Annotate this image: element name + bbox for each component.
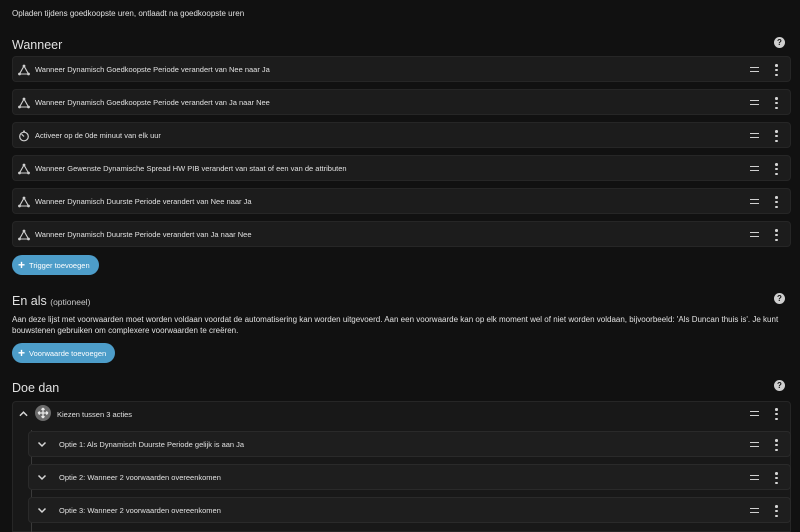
trigger-label: Activeer op de 0de minuut van elk uur xyxy=(35,131,161,140)
trigger-card[interactable]: Activeer op de 0de minuut van elk uur xyxy=(12,122,791,148)
section-title-en-als: En als (optioneel) xyxy=(12,294,90,308)
add-condition-button[interactable]: + Voorwaarde toevoegen xyxy=(12,343,116,363)
trigger-card[interactable]: Wanneer Dynamisch Duurste Periode verand… xyxy=(12,221,791,247)
option-card[interactable]: Optie 1: Als Dynamisch Duurste Periode g… xyxy=(28,431,791,457)
trigger-card[interactable]: Wanneer Dynamisch Duurste Periode verand… xyxy=(12,188,791,214)
option-label: Optie 2: Wanneer 2 voorwaarden overeenko… xyxy=(59,473,221,482)
choose-icon xyxy=(35,405,51,421)
add-trigger-button[interactable]: + Trigger toevoegen xyxy=(12,255,99,275)
trigger-card[interactable]: Wanneer Dynamisch Goedkoopste Periode ve… xyxy=(12,56,791,82)
more-menu-icon[interactable] xyxy=(775,97,778,109)
option-card[interactable]: Optie 3: Wanneer 2 voorwaarden overeenko… xyxy=(28,497,791,523)
timer-icon xyxy=(18,130,30,142)
conditions-description: Aan deze lijst met voorwaarden moet word… xyxy=(12,315,779,335)
more-menu-icon[interactable] xyxy=(775,439,778,451)
chevron-down-icon[interactable] xyxy=(37,439,47,449)
trigger-card[interactable]: Wanneer Gewenste Dynamische Spread HW PI… xyxy=(12,155,791,181)
drag-handle-icon[interactable] xyxy=(750,100,759,105)
more-menu-icon[interactable] xyxy=(775,472,778,484)
option-card[interactable]: Optie 2: Wanneer 2 voorwaarden overeenko… xyxy=(28,464,791,490)
help-icon[interactable]: ? xyxy=(774,37,785,48)
trigger-card[interactable]: Wanneer Dynamisch Goedkoopste Periode ve… xyxy=(12,89,791,115)
trigger-label: Wanneer Dynamisch Duurste Periode verand… xyxy=(35,197,252,206)
drag-handle-icon[interactable] xyxy=(750,133,759,138)
more-menu-icon[interactable] xyxy=(775,64,778,76)
more-menu-icon[interactable] xyxy=(775,130,778,142)
chevron-down-icon[interactable] xyxy=(37,472,47,482)
drag-handle-icon[interactable] xyxy=(750,232,759,237)
drag-handle-icon[interactable] xyxy=(750,442,759,447)
drag-handle-icon[interactable] xyxy=(750,199,759,204)
add-trigger-label: Trigger toevoegen xyxy=(29,260,90,270)
drag-handle-icon[interactable] xyxy=(750,166,759,171)
choose-action-header[interactable]: Kiezen tussen 3 acties xyxy=(13,402,790,426)
trigger-label: Wanneer Dynamisch Duurste Periode verand… xyxy=(35,230,252,239)
state-change-icon xyxy=(18,163,30,175)
state-change-icon xyxy=(18,64,30,76)
plus-icon: + xyxy=(18,258,26,272)
section-title-doe-dan: Doe dan xyxy=(12,381,60,395)
more-menu-icon[interactable] xyxy=(775,163,778,175)
state-change-icon xyxy=(18,97,30,109)
trigger-label: Wanneer Gewenste Dynamische Spread HW PI… xyxy=(35,164,347,173)
add-condition-label: Voorwaarde toevoegen xyxy=(29,348,107,358)
drag-handle-icon[interactable] xyxy=(750,508,759,513)
trigger-label: Wanneer Dynamisch Goedkoopste Periode ve… xyxy=(35,98,270,107)
option-label: Optie 3: Wanneer 2 voorwaarden overeenko… xyxy=(59,506,221,515)
automation-description: Opladen tijdens goedkoopste uren, ontlaa… xyxy=(12,9,245,18)
more-menu-icon[interactable] xyxy=(775,408,778,420)
more-menu-icon[interactable] xyxy=(775,505,778,517)
choose-action-label: Kiezen tussen 3 acties xyxy=(57,410,133,419)
option-label: Optie 1: Als Dynamisch Duurste Periode g… xyxy=(59,440,245,449)
drag-handle-icon[interactable] xyxy=(750,475,759,480)
chevron-down-icon[interactable] xyxy=(37,505,47,515)
more-menu-icon[interactable] xyxy=(775,196,778,208)
state-change-icon xyxy=(18,229,30,241)
more-menu-icon[interactable] xyxy=(775,229,778,241)
drag-handle-icon[interactable] xyxy=(750,67,759,72)
help-icon[interactable]: ? xyxy=(774,293,785,304)
help-icon[interactable]: ? xyxy=(774,380,785,391)
plus-icon: + xyxy=(18,346,26,360)
section-title-wanneer: Wanneer xyxy=(12,38,63,52)
drag-handle-icon[interactable] xyxy=(750,411,759,416)
state-change-icon xyxy=(18,196,30,208)
optional-label: (optioneel) xyxy=(50,297,91,307)
chevron-up-icon[interactable] xyxy=(19,410,28,418)
en-als-title: En als xyxy=(12,294,47,308)
trigger-label: Wanneer Dynamisch Goedkoopste Periode ve… xyxy=(35,65,270,74)
